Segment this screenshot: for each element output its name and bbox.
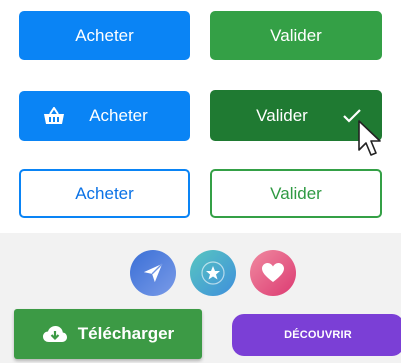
validate-button[interactable]: Valider (210, 11, 382, 60)
validate-with-check-label: Valider (256, 105, 308, 125)
send-circle-button[interactable] (130, 250, 176, 296)
download-button-label: Télécharger (77, 324, 175, 343)
discover-button[interactable]: DÉCOUVRIR (232, 314, 401, 356)
send-icon (143, 263, 163, 283)
buy-outline-label: Acheter (75, 183, 134, 203)
discover-button-label: DÉCOUVRIR (284, 329, 352, 341)
buy-button[interactable]: Acheter (19, 11, 190, 60)
buy-button-label: Acheter (75, 25, 134, 45)
validate-button-label: Valider (270, 25, 322, 45)
heart-circle-button[interactable] (250, 250, 296, 296)
star-icon (201, 261, 225, 285)
check-icon (342, 108, 362, 124)
basket-icon (43, 107, 65, 125)
validate-outline-button[interactable]: Valider (210, 169, 382, 218)
validate-outline-label: Valider (270, 183, 322, 203)
buy-with-icon-label: Acheter (89, 106, 148, 125)
heart-icon (262, 263, 284, 282)
validate-with-check-button[interactable]: Valider (210, 90, 382, 141)
star-circle-button[interactable] (190, 250, 236, 296)
buy-with-icon-button[interactable]: Acheter (19, 91, 190, 141)
download-button[interactable]: Télécharger (14, 309, 202, 359)
cloud-download-icon (42, 325, 68, 343)
buy-outline-button[interactable]: Acheter (19, 169, 190, 218)
